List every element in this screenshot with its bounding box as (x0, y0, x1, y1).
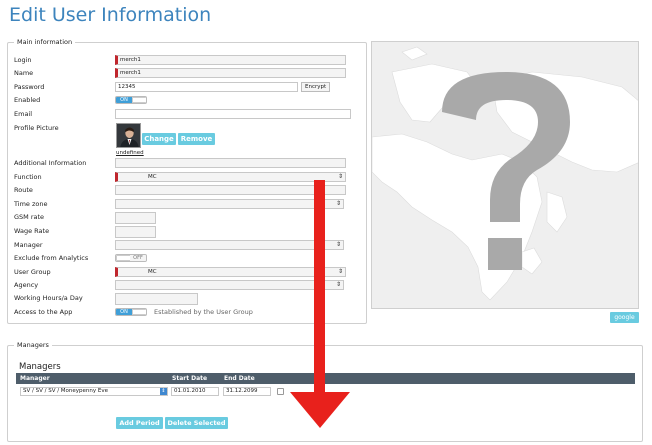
additional-information-field[interactable] (115, 158, 346, 168)
function-label: Function (14, 173, 42, 181)
delete-selected-button[interactable]: Delete Selected (165, 417, 228, 429)
column-header-start-date: Start Date (172, 375, 208, 382)
access-app-toggle-state: ON (116, 309, 132, 315)
password-label: Password (14, 83, 45, 91)
gsm-rate-label: GSM rate (14, 213, 45, 221)
chevron-updown-icon: ⇕ (160, 388, 167, 395)
user-group-label: User Group (14, 268, 51, 276)
function-value: MC (148, 174, 157, 180)
name-field[interactable]: merch1 (115, 68, 346, 78)
user-group-value: MC (148, 269, 157, 275)
column-header-manager: Manager (20, 375, 50, 382)
agency-label: Agency (14, 281, 39, 289)
exclude-analytics-toggle[interactable]: OFF (115, 254, 147, 262)
additional-information-row: Additional Information (14, 158, 356, 169)
change-picture-button[interactable]: Change (142, 133, 176, 145)
enabled-row: Enabled ON (14, 95, 356, 106)
column-header-end-date: End Date (224, 375, 255, 382)
name-row: Name merch1 (14, 68, 356, 79)
start-date-field[interactable]: 01.01.2010 (171, 387, 219, 396)
working-hours-field[interactable] (115, 293, 198, 305)
access-app-note: Established by the User Group (154, 308, 253, 316)
email-row: Email (14, 109, 356, 120)
encrypt-button[interactable]: Encrypt (301, 82, 331, 92)
add-period-button[interactable]: Add Period (116, 417, 163, 429)
enabled-toggle-state: ON (116, 97, 132, 103)
additional-information-label: Additional Information (14, 159, 87, 167)
remove-picture-button[interactable]: Remove (178, 133, 215, 145)
login-field[interactable]: merch1 (115, 55, 346, 65)
managers-title: Managers (19, 362, 61, 372)
wage-rate-label: Wage Rate (14, 227, 50, 235)
map-panel[interactable] (371, 41, 639, 309)
access-app-label: Access to the App (14, 308, 73, 316)
page-title: Edit User Information (9, 4, 212, 26)
access-app-toggle[interactable]: ON (115, 308, 147, 316)
working-hours-label: Working Hours/a Day (14, 294, 83, 302)
picture-link[interactable]: undefined (116, 150, 144, 156)
wage-rate-field[interactable] (115, 226, 156, 238)
main-information-legend: Main information (17, 38, 73, 46)
world-map-graphic (372, 42, 638, 308)
google-button[interactable]: google (610, 312, 639, 323)
password-field[interactable]: 12345 (115, 82, 298, 92)
end-date-field[interactable]: 31.12.2099 (223, 387, 271, 396)
row-select-checkbox[interactable] (277, 388, 284, 395)
time-zone-label: Time zone (14, 200, 48, 208)
manager-cell-value: SV / SV / SV / Moneypenny Eve (23, 388, 109, 394)
managers-legend: Managers (17, 341, 49, 349)
toggle-knob (132, 309, 146, 315)
password-row: Password 12345 Encrypt (14, 82, 356, 93)
email-field[interactable] (115, 109, 351, 119)
login-label: Login (14, 56, 32, 64)
name-label: Name (14, 69, 34, 77)
red-arrow-annotation (290, 180, 350, 428)
manager-select[interactable]: SV / SV / SV / Moneypenny Eve ⇕ (20, 387, 168, 396)
enabled-label: Enabled (14, 96, 41, 104)
toggle-knob (132, 97, 146, 103)
login-row: Login merch1 (14, 55, 356, 66)
enabled-toggle[interactable]: ON (115, 96, 147, 104)
manager-label: Manager (14, 241, 43, 249)
profile-picture-label: Profile Picture (14, 124, 59, 132)
exclude-analytics-label: Exclude from Analytics (14, 254, 89, 262)
route-label: Route (14, 186, 33, 194)
email-label: Email (14, 110, 33, 118)
gsm-rate-field[interactable] (115, 212, 156, 224)
exclude-analytics-toggle-state: OFF (130, 255, 146, 261)
avatar (116, 123, 141, 148)
